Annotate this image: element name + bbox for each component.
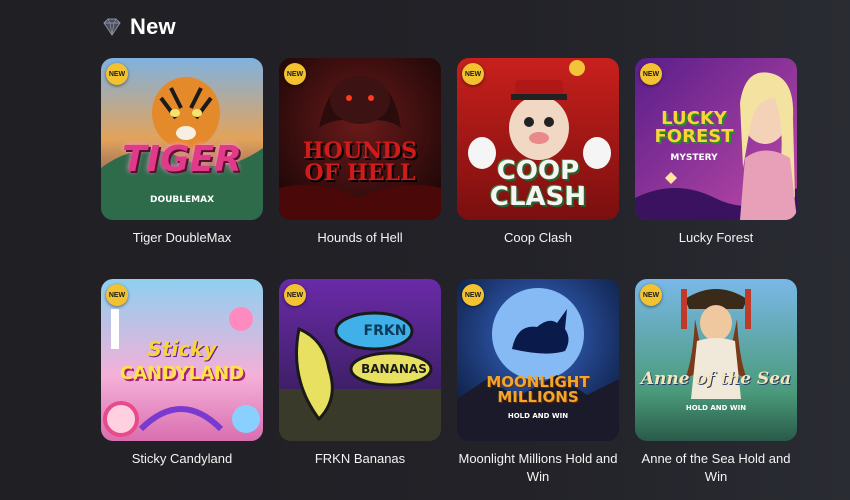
new-badge: NEW bbox=[640, 63, 662, 85]
game-logo-text: COOP CLASH bbox=[489, 156, 587, 212]
new-badge: NEW bbox=[106, 63, 128, 85]
diamond-icon bbox=[103, 18, 121, 36]
game-logo-subtext: Sticky bbox=[147, 337, 217, 361]
game-card-hounds-of-hell[interactable]: HOUNDS OF HELL NEW Hounds of Hell bbox=[279, 58, 441, 247]
game-card-coop-clash[interactable]: COOP CLASH NEW Coop Clash bbox=[457, 58, 619, 247]
game-logo-text: MOONLIGHT MILLIONS bbox=[486, 373, 590, 406]
game-logo-text: HOUNDS OF HELL bbox=[302, 138, 418, 186]
game-logo-text: BANANAS bbox=[361, 362, 427, 376]
game-thumbnail[interactable]: Sticky CANDYLAND NEW bbox=[101, 279, 263, 441]
game-thumbnail[interactable]: HOUNDS OF HELL NEW bbox=[279, 58, 441, 220]
game-card-anne-of-the-sea[interactable]: Anne of the Sea HOLD AND WIN NEW Anne of… bbox=[635, 279, 797, 486]
game-title[interactable]: Hounds of Hell bbox=[279, 229, 441, 247]
game-title[interactable]: Anne of the Sea Hold and Win bbox=[635, 450, 797, 486]
game-card-lucky-forest[interactable]: LUCKY FOREST MYSTERY NEW Lucky Forest bbox=[635, 58, 797, 247]
game-title[interactable]: Moonlight Millions Hold and Win bbox=[457, 450, 619, 486]
game-logo-text: CANDYLAND bbox=[119, 363, 245, 384]
game-title[interactable]: FRKN Bananas bbox=[279, 450, 441, 468]
new-badge: NEW bbox=[284, 284, 306, 306]
game-thumbnail[interactable]: Anne of the Sea HOLD AND WIN NEW bbox=[635, 279, 797, 441]
game-logo-subtext: HOLD AND WIN bbox=[507, 412, 569, 420]
game-logo-subtext: MYSTERY bbox=[670, 153, 718, 163]
new-badge: NEW bbox=[462, 63, 484, 85]
game-card-frkn-bananas[interactable]: FRKN BANANAS NEW FRKN Bananas bbox=[279, 279, 441, 468]
new-badge: NEW bbox=[284, 63, 306, 85]
games-grid: TIGER DOUBLEMAX NEW Tiger DoubleMax HOUN… bbox=[101, 58, 801, 500]
section-title: New bbox=[130, 14, 176, 39]
game-thumbnail[interactable]: FRKN BANANAS NEW bbox=[279, 279, 441, 441]
game-title[interactable]: Lucky Forest bbox=[635, 229, 797, 247]
game-art-image bbox=[279, 279, 441, 441]
game-logo-subtext: HOLD AND WIN bbox=[685, 404, 747, 412]
game-title[interactable]: Coop Clash bbox=[457, 229, 619, 247]
game-thumbnail[interactable]: MOONLIGHT MILLIONS HOLD AND WIN NEW bbox=[457, 279, 619, 441]
game-thumbnail[interactable]: TIGER DOUBLEMAX NEW bbox=[101, 58, 263, 220]
game-title[interactable]: Tiger DoubleMax bbox=[101, 229, 263, 247]
new-badge: NEW bbox=[106, 284, 128, 306]
game-logo-text: Anne of the Sea bbox=[640, 369, 792, 389]
new-badge: NEW bbox=[640, 284, 662, 306]
game-thumbnail[interactable]: LUCKY FOREST MYSTERY NEW bbox=[635, 58, 797, 220]
new-badge: NEW bbox=[462, 284, 484, 306]
game-logo-text: TIGER bbox=[122, 139, 242, 180]
game-logo-subtext: DOUBLEMAX bbox=[149, 195, 215, 205]
game-logo-text: LUCKY FOREST bbox=[654, 108, 734, 147]
game-title[interactable]: Sticky Candyland bbox=[101, 450, 263, 468]
game-card-moonlight-millions[interactable]: MOONLIGHT MILLIONS HOLD AND WIN NEW Moon… bbox=[457, 279, 619, 486]
game-thumbnail[interactable]: COOP CLASH NEW bbox=[457, 58, 619, 220]
game-card-sticky-candyland[interactable]: Sticky CANDYLAND NEW Sticky Candyland bbox=[101, 279, 263, 468]
game-card-tiger-doublemax[interactable]: TIGER DOUBLEMAX NEW Tiger DoubleMax bbox=[101, 58, 263, 247]
game-art-image bbox=[635, 279, 797, 441]
game-logo-subtext: FRKN bbox=[363, 323, 407, 339]
section-header: New bbox=[102, 14, 176, 40]
